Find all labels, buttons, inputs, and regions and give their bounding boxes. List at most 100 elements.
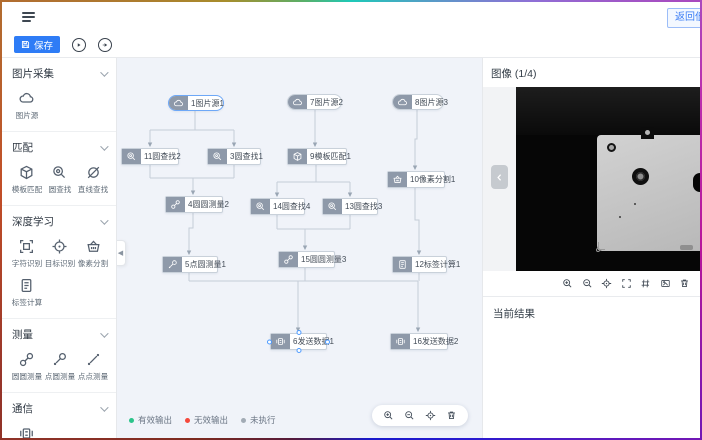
- tool-item[interactable]: [10, 424, 43, 438]
- flow-node[interactable]: 4圆圆测量2: [165, 196, 223, 213]
- fullscreen-icon[interactable]: [621, 278, 632, 289]
- node-icon-box: [393, 95, 412, 109]
- legend-label: 未执行: [250, 414, 276, 426]
- chevron-down-icon: [100, 403, 108, 411]
- flow-node[interactable]: 10像素分割1: [387, 171, 445, 188]
- tool-item[interactable]: 直线查找: [77, 163, 110, 195]
- tool-label: 点点测量: [78, 371, 108, 381]
- inspected-part: [597, 135, 700, 251]
- clear-canvas-icon[interactable]: [446, 410, 457, 421]
- part-bracket-mark: [598, 242, 605, 250]
- status-legend: 有效输出无效输出未执行: [129, 414, 276, 426]
- cloud-icon: [397, 97, 408, 108]
- zoom-out-icon[interactable]: [404, 410, 415, 421]
- locate-icon[interactable]: [601, 278, 612, 289]
- flow-node[interactable]: 8图片源3: [392, 94, 444, 110]
- sidebar-collapse-handle[interactable]: ◀: [117, 240, 126, 266]
- measure-pc-icon: [51, 351, 68, 368]
- flow-node[interactable]: 16发送数据2: [390, 333, 448, 350]
- node-icon-box: [166, 197, 185, 212]
- delete-image-icon[interactable]: [679, 278, 690, 289]
- locate-icon[interactable]: [425, 410, 436, 421]
- connection-handle[interactable]: [325, 339, 330, 344]
- tool-item[interactable]: 圆查找: [43, 163, 76, 195]
- flow-node[interactable]: 5点圆测量1: [162, 256, 218, 273]
- template-match-icon: [18, 164, 35, 181]
- zoom-in-icon[interactable]: [562, 278, 573, 289]
- connection-handle[interactable]: [296, 330, 301, 335]
- node-icon-box: [122, 149, 141, 164]
- part-dot: [634, 203, 636, 205]
- top-bar: 返回低代: [2, 2, 700, 32]
- tool-item[interactable]: 模板匹配: [10, 163, 43, 195]
- tool-icon-wrap: [18, 163, 35, 181]
- flow-node[interactable]: 7图片源2: [287, 94, 342, 110]
- flow-canvas[interactable]: ◀ 有效输出无效输出未执行 1图片源17图片源28图片源311圆查找23圆查找1…: [117, 58, 482, 438]
- tool-item[interactable]: 点圆测量: [43, 350, 76, 382]
- legend-item: 无效输出: [185, 414, 228, 426]
- legend-dot-icon: [185, 418, 190, 423]
- node-icon-box: [208, 149, 227, 164]
- chevron-left-icon: [495, 173, 504, 182]
- connection-handle[interactable]: [296, 348, 301, 353]
- section-title: 测量: [12, 327, 33, 342]
- image-toolbar: [483, 271, 700, 297]
- send-data-icon: [275, 336, 286, 347]
- run-once-button[interactable]: [72, 38, 86, 52]
- tool-icon-wrap: [51, 350, 68, 368]
- back-to-lowcode-button[interactable]: 返回低代: [667, 8, 700, 28]
- flow-node[interactable]: 6发送数据1: [270, 333, 327, 350]
- menu-icon[interactable]: [22, 9, 38, 25]
- flow-node[interactable]: 11圆查找2: [121, 148, 179, 165]
- preview-image[interactable]: [516, 87, 700, 271]
- zoom-in-icon[interactable]: [383, 410, 394, 421]
- flow-node[interactable]: 1图片源1: [168, 95, 224, 111]
- palette-section-header[interactable]: 图片采集: [2, 58, 116, 87]
- flow-node[interactable]: 15圆圆测量3: [278, 251, 335, 268]
- flow-node[interactable]: 13圆查找3: [322, 198, 378, 215]
- node-label: 1图片源1: [188, 96, 227, 110]
- node-icon-box: [388, 172, 407, 187]
- flow-node[interactable]: 14圆查找4: [250, 198, 305, 215]
- tool-icon-wrap: [18, 276, 35, 294]
- palette-section-header[interactable]: 匹配: [2, 132, 116, 161]
- label-calc-icon: [397, 259, 408, 270]
- edge: [415, 109, 417, 169]
- run-toolbar: 保存: [2, 32, 700, 57]
- preview-panel: 图像 (1/4): [482, 58, 700, 438]
- tool-item[interactable]: 图片源: [10, 89, 43, 121]
- node-label: 10像素分割1: [407, 172, 458, 187]
- tool-item[interactable]: 点点测量: [77, 350, 110, 382]
- node-icon-box: [169, 96, 188, 110]
- palette-section-header[interactable]: 通信: [2, 393, 116, 422]
- image-background-band: [516, 87, 700, 135]
- tool-item[interactable]: 目标识别: [43, 237, 76, 269]
- measure-pp-icon: [85, 351, 102, 368]
- tool-item[interactable]: 圆圆测量: [10, 350, 43, 382]
- connection-handle[interactable]: [267, 339, 272, 344]
- grid-icon[interactable]: [640, 278, 651, 289]
- palette-section-header[interactable]: 深度学习: [2, 206, 116, 235]
- node-icon-box: [251, 199, 270, 214]
- palette-section-header[interactable]: 测量: [2, 319, 116, 348]
- flow-node[interactable]: 9模板匹配1: [287, 148, 347, 165]
- node-label: 12标签计算1: [412, 257, 463, 272]
- run-continuous-button[interactable]: [98, 38, 112, 52]
- save-button[interactable]: 保存: [14, 36, 60, 53]
- send-data-icon: [395, 336, 406, 347]
- tool-item[interactable]: 标签计算: [10, 276, 43, 308]
- tool-icon-wrap: [18, 424, 35, 438]
- node-label: 14圆查找4: [270, 199, 313, 214]
- palette-items: 字符识别目标识别像素分割标签计算: [2, 235, 116, 312]
- target-icon: [51, 238, 68, 255]
- current-results-title: 当前结果: [483, 297, 700, 330]
- node-label: 9模板匹配1: [307, 149, 354, 164]
- export-image-icon[interactable]: [660, 278, 671, 289]
- flow-node[interactable]: 3圆查找1: [207, 148, 261, 165]
- tool-item[interactable]: 像素分割: [77, 237, 110, 269]
- flow-node[interactable]: 12标签计算1: [392, 256, 447, 273]
- circle-find-icon: [126, 151, 137, 162]
- prev-image-button[interactable]: [491, 165, 508, 189]
- tool-item[interactable]: 字符识别: [10, 237, 43, 269]
- zoom-out-icon[interactable]: [582, 278, 593, 289]
